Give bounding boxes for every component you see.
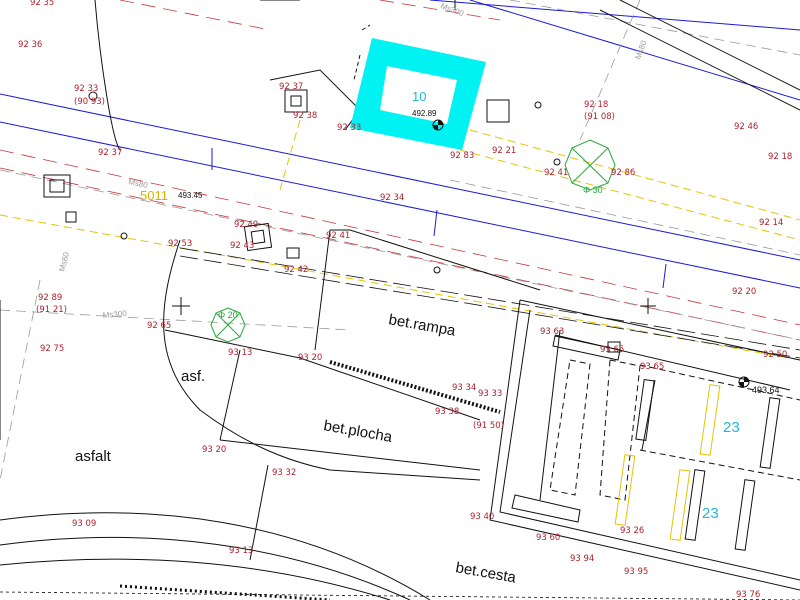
spot-height: 92 50 (763, 350, 787, 360)
spot-height: 92 89 (38, 293, 62, 303)
parking-structure (489, 299, 800, 591)
spot-height: 92 18 (584, 100, 608, 110)
spot-height: 92 83 (450, 151, 474, 161)
code-5011-label: 5011 (140, 188, 168, 203)
spot-height: 92 34 (380, 193, 404, 203)
tree-label-c: Φ 30 (583, 185, 603, 195)
spot-height: 93 60 (536, 533, 560, 543)
ms-label-e: Ms80 (633, 39, 648, 61)
spot-height: 92 41 (326, 231, 350, 241)
boundary-lines (0, 0, 800, 600)
spot-height: 93 13 (229, 546, 253, 556)
spot-height: 93 09 (72, 519, 96, 529)
asf-label: asf. (181, 368, 205, 385)
ms-label-a: Ms80 (128, 177, 150, 190)
spot-height: 92 53 (168, 239, 192, 249)
spot-height: (91 21) (36, 305, 67, 315)
survey-crosses (172, 297, 656, 315)
ms-label-d: Ms300 (439, 1, 465, 18)
asfalt-label: asfalt (75, 448, 112, 465)
point-elevation-2: 493.64 (752, 385, 780, 395)
structures (43, 89, 621, 353)
spot-height: 92 86 (611, 168, 635, 178)
tree-label-a: Φ 20 (218, 310, 238, 320)
spot-height: 93 95 (624, 567, 648, 577)
spot-height: 93 94 (570, 554, 594, 564)
spot-height: 92 35 (30, 0, 54, 8)
spot-height: 93 26 (620, 526, 644, 536)
spot-height: 93 33 (478, 389, 502, 399)
spot-height: 92 33 (74, 84, 98, 94)
spot-height: 92 38 (293, 111, 317, 121)
spot-height: 92 37 (279, 82, 303, 92)
spot-height: 93 40 (470, 512, 494, 522)
point-elevation-3: 493.45 (178, 191, 203, 200)
spot-height: (91 08) (584, 112, 615, 122)
spot-height: 93 65 (640, 362, 664, 372)
spot-height: 92 14 (759, 218, 783, 228)
road-axis-lines (0, 0, 800, 289)
spot-height: 93 20 (202, 445, 226, 455)
hatched-lines (0, 360, 800, 600)
spot-height: 92 43 (230, 241, 254, 251)
point-elevation-1: 492.89 (412, 109, 437, 118)
spot-height: 93 76 (736, 590, 760, 600)
spot-height: 92 33 (337, 123, 361, 133)
ms-label-b: Ms300 (102, 309, 127, 320)
bet-plocha-label: bet.plocha (322, 417, 394, 446)
spot-height: 93 63 (540, 327, 564, 337)
ms-label-c: Ms80 (57, 251, 71, 273)
bet-rampa-label: bet.rampa (387, 311, 457, 340)
bet-cesta-label: bet.cesta (454, 559, 518, 586)
parking-label-b: 23 (702, 505, 719, 522)
highlighted-building (350, 24, 486, 150)
spot-height: 92 18 (768, 152, 792, 162)
spot-height: 92 41 (544, 168, 568, 178)
spot-height: 92 75 (40, 344, 64, 354)
spot-height: 93 32 (272, 468, 296, 478)
spot-height: 93 38 (435, 407, 459, 417)
building-number-label: 10 (412, 89, 426, 104)
spot-height: 92 21 (492, 146, 516, 156)
spot-height: 92 65 (147, 321, 171, 331)
spot-height: 92 46 (734, 122, 758, 132)
spot-height: 93 65 (600, 345, 624, 355)
spot-height: 93 34 (452, 383, 476, 393)
spot-height: 92 37 (98, 148, 122, 158)
spot-height: 92 49 (234, 220, 258, 230)
survey-map: bet.rampa bet.plocha bet.cesta asfalt as… (0, 0, 800, 600)
gas-lines (0, 0, 800, 481)
spot-height: 92 42 (284, 265, 308, 275)
spot-height: (90 93) (74, 97, 105, 107)
spot-height: (91 50) (473, 421, 504, 431)
spot-height: 93 13 (228, 348, 252, 358)
spot-height: 93 20 (298, 353, 322, 363)
spot-height: 92 36 (18, 40, 42, 50)
parking-label-a: 23 (723, 419, 740, 436)
spot-height: 92 20 (732, 287, 756, 297)
